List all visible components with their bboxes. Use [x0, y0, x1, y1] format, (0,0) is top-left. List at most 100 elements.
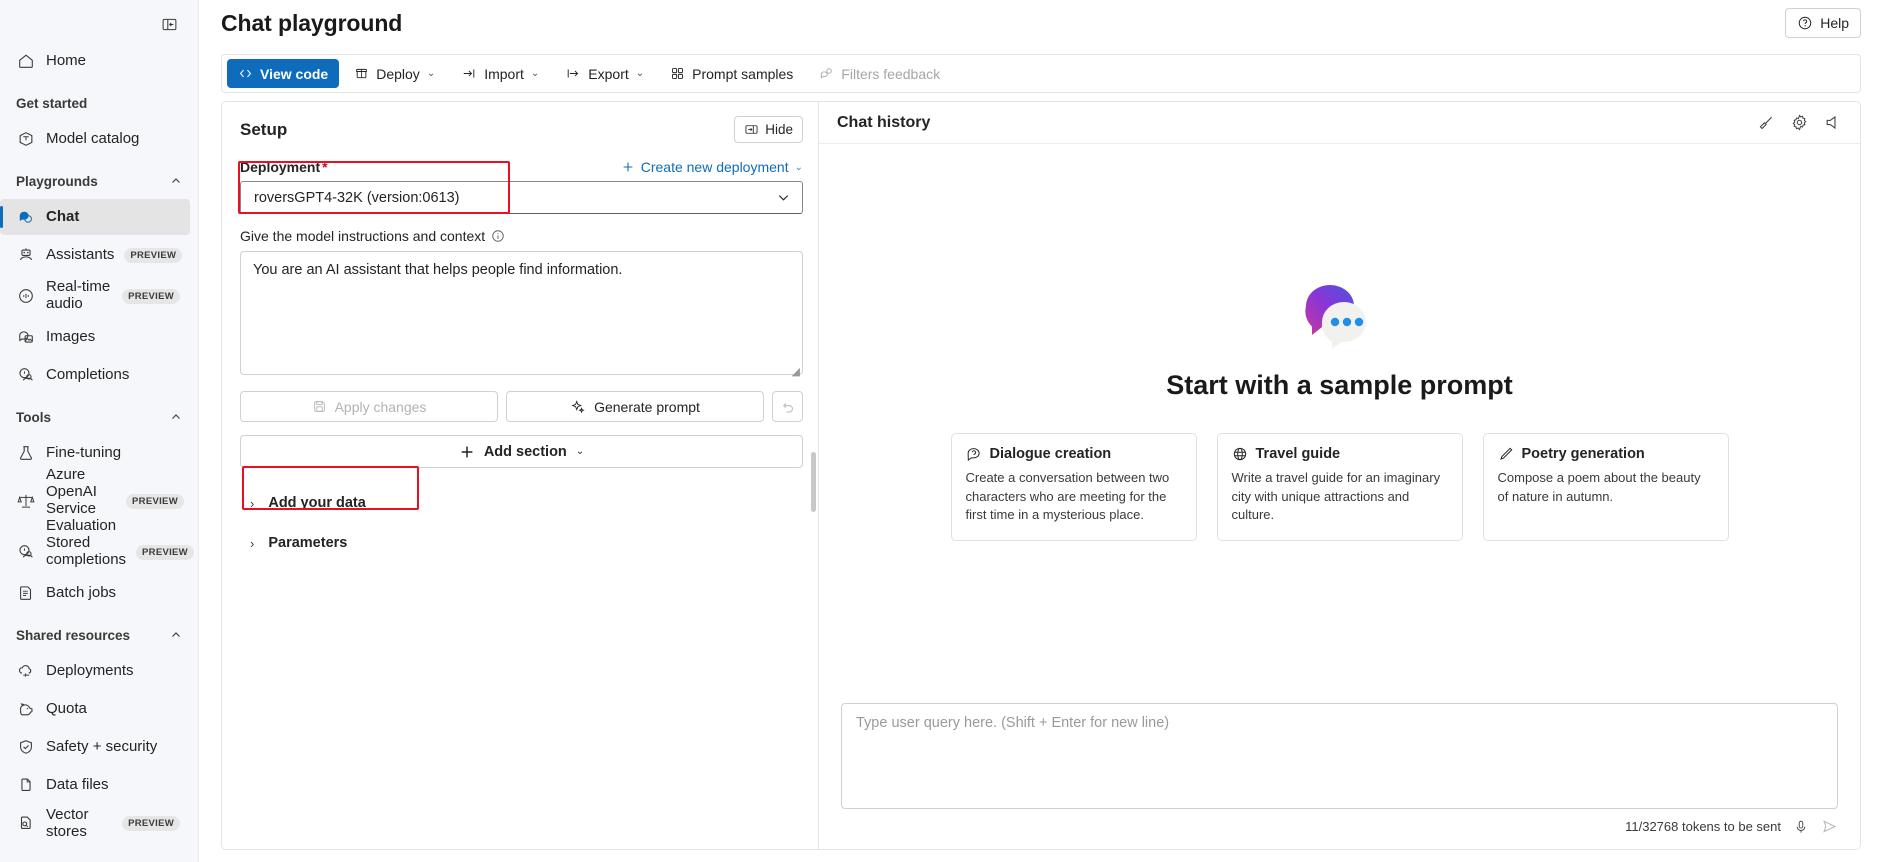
chevron-up-icon: [170, 629, 182, 641]
filters-feedback-label: Filters feedback: [841, 65, 941, 82]
user-query-input[interactable]: Type user query here. (Shift + Enter for…: [841, 703, 1838, 809]
generate-prompt-button[interactable]: Generate prompt: [506, 391, 764, 422]
sample-card-poetry-generation[interactable]: Poetry generation Compose a poem about t…: [1482, 432, 1729, 542]
assistants-icon: [16, 245, 36, 265]
sidebar-item-evaluation[interactable]: Azure OpenAI Service Evaluation PREVIEW: [0, 466, 190, 534]
chat-bubbles-logo: [1292, 276, 1388, 356]
sidebar-item-label: Batch jobs: [46, 584, 117, 602]
sidebar-group-label: Get started: [16, 95, 88, 111]
deploy-button[interactable]: Deploy ⌄: [343, 59, 446, 88]
deployment-select-wrap: roversGPT4-32K (version:0613): [238, 161, 803, 214]
deployment-select-value: roversGPT4-32K (version:0613): [254, 189, 460, 206]
sidebar-group-playgrounds[interactable]: Playgrounds: [0, 164, 198, 198]
add-your-data-accordion[interactable]: › Add your data: [240, 486, 420, 520]
chat-footer-row: 11/32768 tokens to be sent: [841, 818, 1838, 835]
sidebar-item-real-time-audio[interactable]: Real-time audio PREVIEW: [0, 275, 190, 317]
completions-icon: [16, 365, 36, 385]
sidebar-item-home[interactable]: Home: [0, 43, 190, 79]
sidebar-item-batch-jobs[interactable]: Batch jobs: [0, 575, 190, 611]
parameters-accordion[interactable]: › Parameters: [240, 526, 803, 560]
deployment-label-text: Deployment: [240, 159, 321, 175]
sidebar-item-images[interactable]: Images: [0, 319, 190, 355]
setup-title: Setup: [240, 119, 288, 139]
clear-chat-icon[interactable]: [1757, 113, 1776, 132]
create-new-deployment-button[interactable]: Create new deployment ⌄: [621, 159, 803, 175]
sidebar-item-vector-stores[interactable]: Vector stores PREVIEW: [0, 805, 190, 841]
sidebar-group-shared-resources[interactable]: Shared resources: [0, 618, 198, 652]
send-icon[interactable]: [1821, 818, 1838, 835]
sidebar-item-deployments[interactable]: Deployments: [0, 653, 190, 689]
deployment-label: Deployment *: [240, 159, 328, 175]
system-message-label: Give the model instructions and context: [240, 228, 803, 244]
save-icon: [312, 399, 327, 414]
settings-gear-icon[interactable]: [1790, 113, 1809, 132]
realtime-audio-icon: [16, 286, 36, 306]
add-section-button[interactable]: Add section ⌄: [240, 435, 803, 468]
system-message-input[interactable]: [240, 251, 803, 375]
prompt-samples-button[interactable]: Prompt samples: [659, 59, 804, 88]
preview-badge: PREVIEW: [124, 247, 183, 263]
page-header: Chat playground Help: [199, 0, 1881, 46]
setup-action-row: Apply changes Generate prompt: [240, 391, 803, 422]
sample-card-travel-guide[interactable]: Travel guide Write a travel guide for an…: [1216, 432, 1463, 542]
import-button[interactable]: Import ⌄: [450, 59, 550, 88]
app-root: Home Get started Model catalog Playgroun…: [0, 0, 1881, 862]
sidebar-item-label: Stored completions: [46, 534, 127, 568]
sidebar-item-safety-security[interactable]: Safety + security: [0, 729, 190, 765]
sample-card-title-row: Dialogue creation: [966, 446, 1182, 462]
chat-panel: Chat history Start with a sample prompt …: [819, 102, 1860, 849]
chevron-right-icon: ›: [250, 535, 255, 551]
sidebar-group-label: Tools: [16, 409, 51, 425]
export-button[interactable]: Export ⌄: [554, 59, 655, 88]
sidebar-item-assistants[interactable]: Assistants PREVIEW: [0, 237, 190, 273]
sidebar-item-chat[interactable]: Chat: [0, 199, 190, 235]
deploy-icon: [354, 66, 369, 81]
setup-panel: Setup Hide Deployment * Create new deplo…: [222, 102, 819, 849]
create-new-deployment-label: Create new deployment: [640, 159, 789, 175]
sidebar-item-stored-completions[interactable]: Stored completions PREVIEW: [0, 531, 194, 573]
sidebar-group-tools[interactable]: Tools: [0, 400, 198, 434]
sidebar-item-data-files[interactable]: Data files: [0, 767, 190, 803]
grid-icon: [670, 66, 685, 81]
view-code-button[interactable]: View code: [227, 59, 340, 88]
sample-card-title: Poetry generation: [1521, 445, 1645, 462]
preview-badge: PREVIEW: [126, 493, 184, 509]
filters-feedback-button[interactable]: Filters feedback: [808, 59, 951, 88]
plus-icon: [621, 160, 635, 174]
deployment-select[interactable]: roversGPT4-32K (version:0613): [240, 181, 803, 214]
textarea-resize-handle[interactable]: ◢: [792, 365, 800, 378]
chevron-up-icon: [170, 175, 182, 187]
sidebar-item-label: Home: [46, 52, 87, 70]
sidebar-item-completions[interactable]: Completions: [0, 357, 190, 393]
vector-stores-icon: [16, 813, 36, 833]
sample-card-dialogue-creation[interactable]: Dialogue creation Create a conversation …: [950, 432, 1197, 542]
chat-header-actions: [1757, 113, 1842, 132]
info-icon[interactable]: [491, 229, 505, 243]
sample-card-description: Create a conversation between two charac…: [965, 469, 1170, 523]
sidebar-group-label: Playgrounds: [16, 173, 98, 189]
page-title: Chat playground: [221, 9, 403, 36]
data-files-icon: [16, 775, 36, 795]
export-label: Export: [588, 65, 629, 82]
chevron-down-icon: ⌄: [635, 68, 645, 79]
setup-header: Setup Hide: [240, 116, 803, 143]
sparkle-icon: [570, 399, 586, 415]
help-button[interactable]: Help: [1785, 8, 1861, 38]
hide-setup-button[interactable]: Hide: [734, 116, 803, 143]
chat-icon: [16, 207, 36, 227]
speaker-icon[interactable]: [1823, 113, 1842, 132]
chevron-down-icon: ⌄: [426, 68, 436, 79]
home-icon: [16, 51, 36, 71]
add-your-data-wrap: › Add your data: [240, 466, 420, 520]
microphone-icon[interactable]: [1793, 819, 1809, 835]
sidebar-item-model-catalog[interactable]: Model catalog: [0, 121, 190, 157]
sidebar-item-quota[interactable]: Quota: [0, 691, 190, 727]
setup-scrollbar[interactable]: [811, 452, 816, 512]
revert-prompt-button[interactable]: [772, 391, 803, 422]
evaluation-icon: [16, 491, 36, 511]
sidebar-item-fine-tuning[interactable]: Fine-tuning: [0, 435, 190, 471]
apply-changes-button[interactable]: Apply changes: [240, 391, 498, 422]
panel-collapse-icon[interactable]: [158, 13, 180, 35]
preview-badge: PREVIEW: [122, 815, 180, 831]
globe-icon: [1232, 446, 1248, 462]
